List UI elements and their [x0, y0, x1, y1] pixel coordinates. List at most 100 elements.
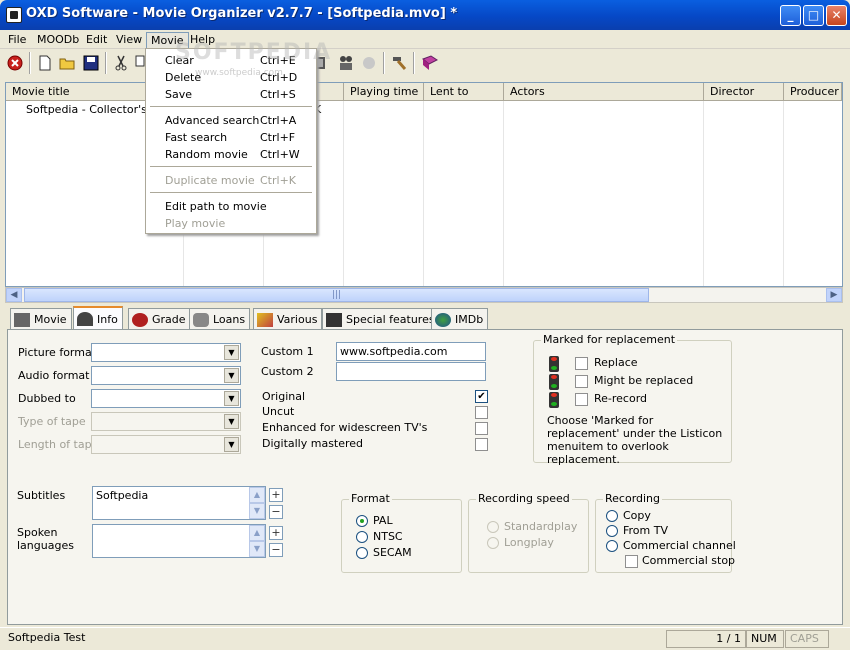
save-icon[interactable]: [81, 53, 101, 73]
menu-edit[interactable]: Edit: [82, 32, 111, 48]
type-of-tape-label: Type of tape: [18, 415, 86, 428]
scroll-thumb[interactable]: |||: [24, 288, 649, 302]
might-be-replaced-checkbox[interactable]: [575, 375, 588, 388]
menu-file[interactable]: File: [4, 32, 30, 48]
tab-strip: Movie Info Grade Loans Various Special f…: [10, 306, 500, 330]
dubbed-to-select[interactable]: ▼: [91, 389, 241, 408]
replace-label: Replace: [594, 356, 638, 369]
column-actors[interactable]: Actors: [504, 83, 704, 101]
picture-format-select[interactable]: ▼: [91, 343, 241, 362]
new-file-icon[interactable]: [35, 53, 55, 73]
copy-radio[interactable]: [606, 510, 618, 522]
menu-item-random-movie[interactable]: Random movie Ctrl+W: [148, 146, 314, 163]
longplay-label: Longplay: [504, 536, 554, 549]
digital-checkbox[interactable]: [475, 438, 488, 451]
app-icon: [6, 7, 22, 23]
book-icon[interactable]: [420, 53, 440, 73]
original-checkbox[interactable]: ✔: [475, 390, 488, 403]
tab-special-features[interactable]: Special features: [322, 308, 440, 330]
custom2-input[interactable]: [336, 362, 486, 381]
menu-item-label: Edit path to movie: [165, 200, 267, 213]
commercial-channel-radio[interactable]: [606, 540, 618, 552]
tab-label: IMDb: [455, 313, 484, 326]
spoken-languages-list[interactable]: ▲ ▼: [92, 524, 266, 558]
rerecord-checkbox[interactable]: [575, 393, 588, 406]
cut-icon[interactable]: [111, 53, 131, 73]
longplay-radio[interactable]: [487, 537, 499, 549]
uncut-checkbox[interactable]: [475, 406, 488, 419]
ntsc-label: NTSC: [373, 530, 403, 543]
add-subtitle-button[interactable]: +: [269, 488, 283, 502]
widescreen-checkbox[interactable]: [475, 422, 488, 435]
remove-language-button[interactable]: −: [269, 543, 283, 557]
tab-grade[interactable]: Grade: [128, 308, 191, 330]
scroll-left-arrow-icon[interactable]: ◀: [6, 288, 22, 302]
remove-subtitle-button[interactable]: −: [269, 505, 283, 519]
scroll-up-icon[interactable]: ▲: [249, 487, 265, 503]
custom1-label: Custom 1: [261, 345, 314, 358]
menu-item-advanced-search[interactable]: Advanced search Ctrl+A: [148, 112, 314, 129]
menu-item-duplicate-movie[interactable]: Duplicate movie Ctrl+K: [148, 172, 314, 189]
scroll-down-icon[interactable]: ▼: [249, 541, 265, 557]
pal-label: PAL: [373, 514, 393, 527]
audio-format-select[interactable]: ▼: [91, 366, 241, 385]
people-icon[interactable]: [336, 53, 356, 73]
exit-icon[interactable]: [5, 53, 25, 73]
add-language-button[interactable]: +: [269, 526, 283, 540]
menu-item-fast-search[interactable]: Fast search Ctrl+F: [148, 129, 314, 146]
commercial-stop-checkbox[interactable]: [625, 555, 638, 568]
column-producer[interactable]: Producer: [784, 83, 842, 101]
menu-moodb[interactable]: MOODb: [33, 32, 83, 48]
secam-radio[interactable]: [356, 547, 368, 559]
grade-icon: [132, 312, 148, 327]
tab-various[interactable]: Various: [253, 308, 323, 330]
disabled-tool-icon[interactable]: [359, 53, 379, 73]
horizontal-scrollbar[interactable]: ◀ ||| ▶: [5, 287, 843, 303]
column-playing-time[interactable]: Playing time: [344, 83, 424, 101]
standardplay-radio[interactable]: [487, 521, 499, 533]
tab-movie[interactable]: Movie: [10, 308, 72, 330]
custom1-input[interactable]: www.softpedia.com: [336, 342, 486, 361]
length-of-tape-select[interactable]: ▼: [91, 435, 241, 454]
menu-item-save[interactable]: Save Ctrl+S: [148, 86, 314, 103]
hammer-icon[interactable]: [389, 53, 409, 73]
menu-bar: File MOODb Edit View Movie Help: [0, 30, 850, 49]
might-be-replaced-label: Might be replaced: [594, 374, 694, 387]
from-tv-radio[interactable]: [606, 525, 618, 537]
type-of-tape-select[interactable]: ▼: [91, 412, 241, 431]
open-folder-icon[interactable]: [58, 53, 78, 73]
menu-separator: [150, 192, 312, 194]
tab-label: Special features: [346, 313, 435, 326]
special-features-icon: [326, 312, 342, 327]
scroll-up-icon[interactable]: ▲: [249, 525, 265, 541]
movie-list[interactable]: Movie title Playing time Lent to Actors …: [5, 82, 843, 287]
tab-info[interactable]: Info: [73, 306, 123, 330]
scroll-down-icon[interactable]: ▼: [249, 503, 265, 519]
pal-radio[interactable]: [356, 515, 368, 527]
subtitles-label: Subtitles: [17, 489, 66, 502]
ntsc-radio[interactable]: [356, 531, 368, 543]
maximize-button[interactable]: □: [803, 5, 824, 26]
status-page: 1 / 1: [666, 630, 746, 648]
from-tv-label: From TV: [623, 524, 668, 537]
menu-item-play-movie[interactable]: Play movie: [148, 215, 314, 232]
status-caps: CAPS: [785, 630, 829, 648]
scroll-right-arrow-icon[interactable]: ▶: [826, 288, 842, 302]
menu-item-shortcut: Ctrl+F: [260, 131, 296, 144]
rerecord-label: Re-record: [594, 392, 648, 405]
minimize-button[interactable]: _: [780, 5, 801, 26]
tab-loans[interactable]: Loans: [189, 308, 251, 330]
menu-view[interactable]: View: [112, 32, 146, 48]
menu-item-edit-path[interactable]: Edit path to movie: [148, 198, 314, 215]
tab-imdb[interactable]: IMDb: [431, 308, 489, 330]
menu-item-label: Duplicate movie: [165, 174, 255, 187]
close-button[interactable]: ✕: [826, 5, 847, 26]
length-of-tape-label: Length of tape: [18, 438, 99, 451]
column-lent-to[interactable]: Lent to: [424, 83, 504, 101]
globe-icon: [435, 312, 451, 327]
dubbed-to-label: Dubbed to: [18, 392, 76, 405]
subtitles-list[interactable]: Softpedia ▲ ▼: [92, 486, 266, 520]
replace-checkbox[interactable]: [575, 357, 588, 370]
tab-label: Various: [277, 313, 318, 326]
column-director[interactable]: Director: [704, 83, 784, 101]
